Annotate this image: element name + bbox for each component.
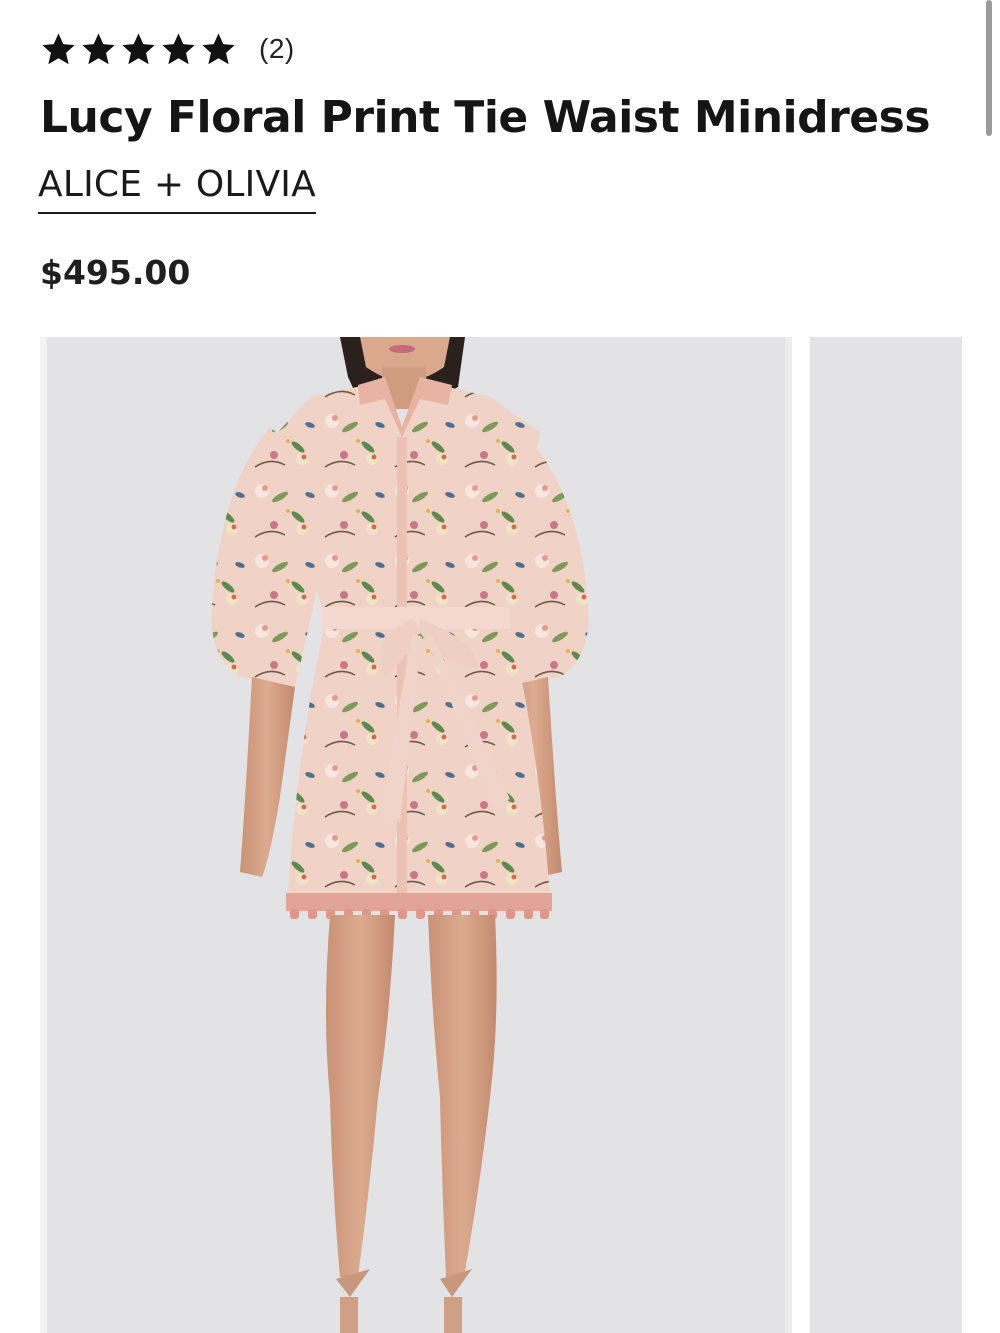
product-rating[interactable]: (2) [40, 28, 295, 70]
star-filled-icon [200, 31, 237, 68]
star-filled-icon [80, 31, 117, 68]
product-price: $495.00 [40, 253, 191, 292]
brand-link[interactable]: ALICE + OLIVIA [38, 162, 316, 214]
product-image-next[interactable] [810, 337, 962, 1333]
star-filled-icon [120, 31, 157, 68]
page-scrollbar[interactable] [986, 0, 992, 136]
star-filled-icon [160, 31, 197, 68]
slide-left-edge [40, 337, 47, 1333]
product-title: Lucy Floral Print Tie Waist Minidress [40, 92, 931, 143]
product-image-carousel[interactable] [40, 337, 1000, 1333]
dress-photo-icon [211, 337, 589, 1333]
review-count-link[interactable]: (2) [259, 33, 295, 65]
product-image-main[interactable] [40, 337, 792, 1333]
slide-right-edge [785, 337, 792, 1333]
star-filled-icon [40, 31, 77, 68]
star-rating [40, 31, 237, 68]
